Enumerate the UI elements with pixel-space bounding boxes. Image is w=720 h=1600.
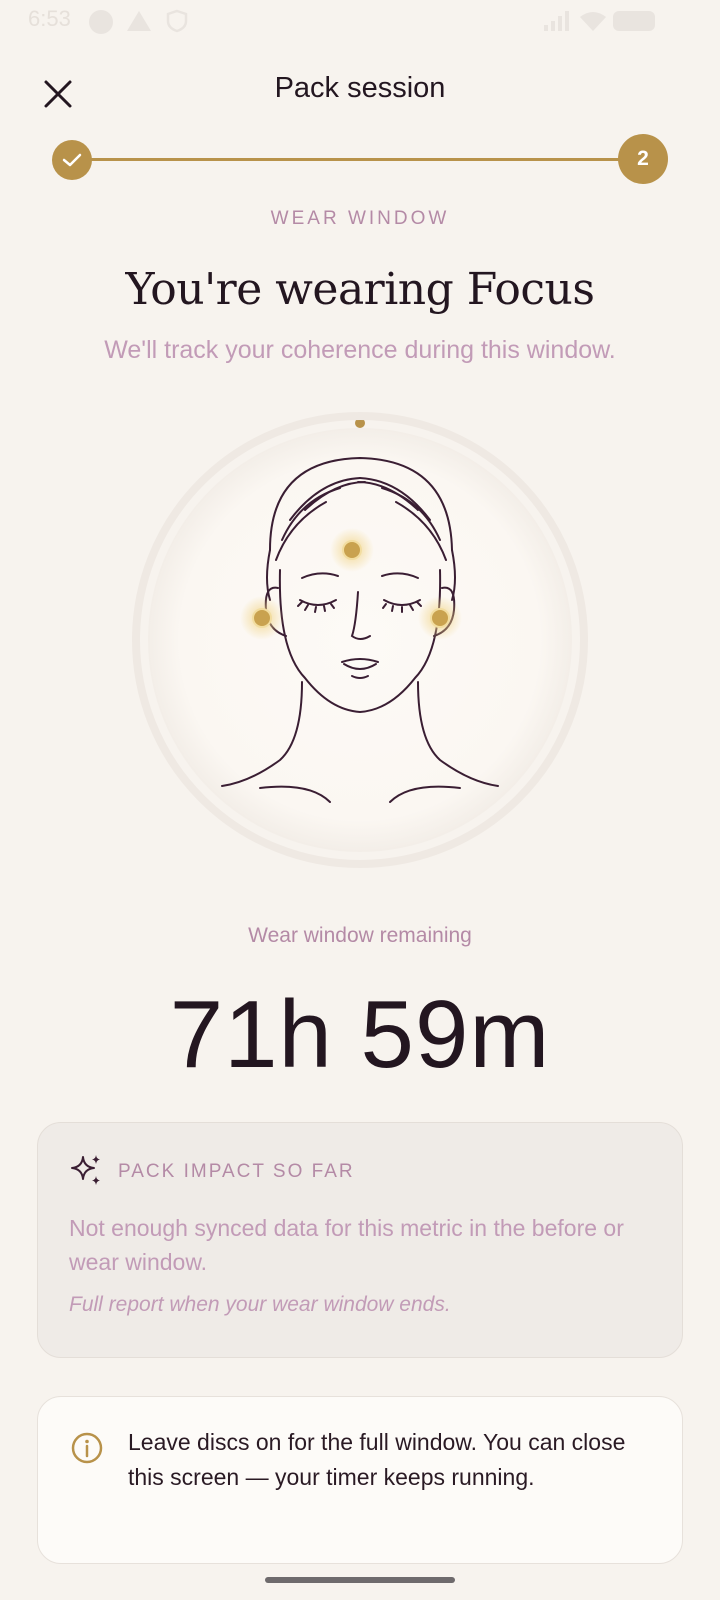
face-illustration xyxy=(132,412,588,868)
wifi-icon xyxy=(580,12,606,31)
signal-icon xyxy=(544,11,569,31)
stepper-line xyxy=(72,158,642,161)
step-current: 2 xyxy=(618,134,668,184)
timer-label: Wear window remaining xyxy=(248,924,472,947)
status-time: 6:53 xyxy=(28,6,71,31)
headline: You're wearing Focus xyxy=(125,264,595,315)
info-text: Leave discs on for the full window. You … xyxy=(128,1429,626,1490)
forehead-point xyxy=(342,540,362,560)
home-indicator[interactable] xyxy=(265,1577,455,1583)
section-eyebrow: WEAR WINDOW xyxy=(270,208,450,229)
impact-note: Full report when your wear window ends. xyxy=(69,1293,451,1316)
status-bar: 6:53 xyxy=(0,0,720,42)
subheadline: We'll track your coherence during this w… xyxy=(104,336,616,364)
check-icon xyxy=(62,153,82,167)
warning-icon xyxy=(127,11,151,31)
pack-impact-card: PACK IMPACT SO FAR Not enough synced dat… xyxy=(37,1122,683,1358)
notification-dot-icon xyxy=(89,10,113,34)
page-title: Pack session xyxy=(274,72,446,104)
pack-session-screen: 6:53 Pack session 2 WEAR WINDOW You're w… xyxy=(0,0,720,1600)
info-card: Leave discs on for the full window. You … xyxy=(37,1396,683,1564)
impact-body: Not enough synced data for this metric i… xyxy=(69,1215,624,1275)
left-ear-point xyxy=(252,608,272,628)
timer-value: 71h 59m xyxy=(169,981,551,1088)
sparkle-icon xyxy=(71,1155,100,1185)
impact-label: PACK IMPACT SO FAR xyxy=(118,1161,355,1182)
info-icon xyxy=(71,1432,103,1464)
step-completed xyxy=(52,140,92,180)
progress-stepper: 2 xyxy=(0,134,720,186)
battery-icon xyxy=(613,11,655,31)
shield-icon xyxy=(166,9,188,33)
right-ear-point xyxy=(430,608,450,628)
